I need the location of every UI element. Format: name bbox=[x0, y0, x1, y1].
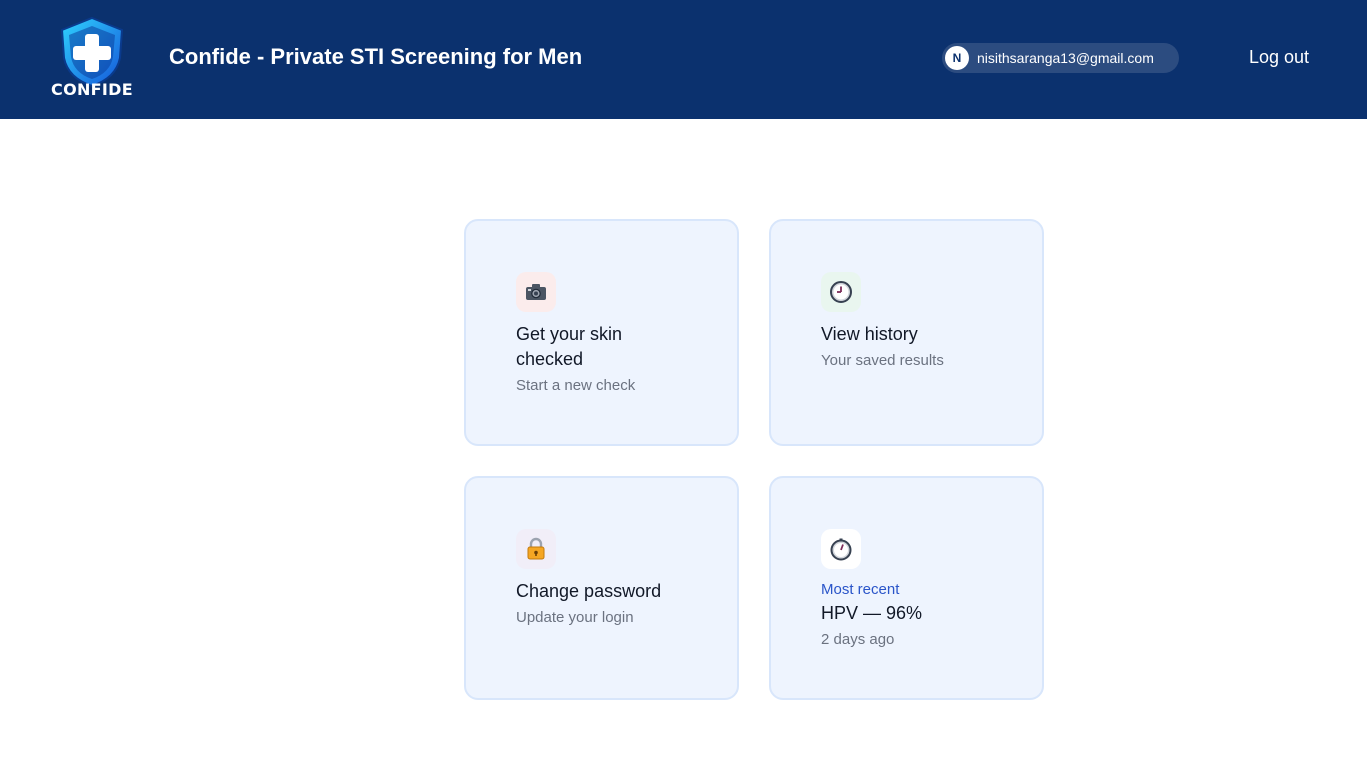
card-subtitle: Start a new check bbox=[516, 377, 636, 394]
card-title: View history bbox=[821, 324, 918, 344]
most-recent-label: Most recent bbox=[821, 581, 900, 598]
clock-icon bbox=[821, 272, 861, 312]
lock-icon bbox=[516, 529, 556, 569]
most-recent-card[interactable]: Most recent HPV — 96% 2 days ago bbox=[769, 476, 1044, 700]
logo-text: CONFIDE bbox=[51, 80, 133, 99]
app-title: Confide - Private STI Screening for Men bbox=[169, 44, 583, 69]
change-password-card[interactable]: Change password Update your login bbox=[464, 476, 739, 700]
user-email: nisithsaranga13@gmail.com bbox=[977, 50, 1154, 66]
logout-button[interactable]: Log out bbox=[1249, 47, 1309, 68]
card-subtitle: Your saved results bbox=[821, 352, 944, 369]
card-subtitle: Update your login bbox=[516, 609, 634, 626]
recent-result: HPV — 96% bbox=[821, 603, 923, 623]
card-title: Get your skin checked bbox=[516, 324, 623, 369]
timer-icon bbox=[821, 529, 861, 569]
skin-check-card[interactable]: Get your skin checked Start a new check bbox=[464, 219, 739, 446]
card-title: Change password bbox=[516, 581, 662, 601]
view-history-card[interactable]: View history Your saved results bbox=[769, 219, 1044, 446]
camera-icon bbox=[516, 272, 556, 312]
recent-result-time: 2 days ago bbox=[821, 631, 895, 648]
top-header: CONFIDE Confide - Private STI Screening … bbox=[0, 0, 1367, 119]
user-account-pill[interactable]: N nisithsaranga13@gmail.com bbox=[942, 43, 1179, 73]
avatar: N bbox=[945, 46, 969, 70]
